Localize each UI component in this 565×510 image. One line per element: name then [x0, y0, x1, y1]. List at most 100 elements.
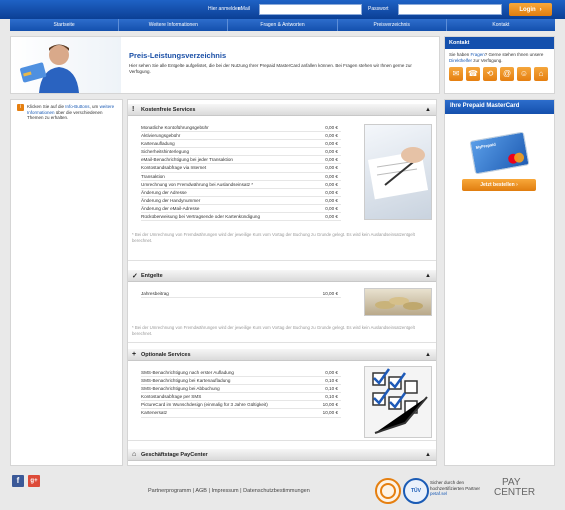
section-entgelte: ✓ Entgelte ▲ Jahresbeitrag 10,00 € * Bei … — [128, 270, 436, 343]
login-prompt: Hier anmelden: — [208, 6, 242, 12]
table-row: Kontostandsabfrage per SMS 0,10 € — [141, 393, 341, 402]
contact-text-c: zur Verfügung. — [472, 58, 503, 63]
tip-text-a: Klicken Sie auf die — [27, 104, 66, 109]
writing-hand-image — [364, 124, 432, 220]
login-button-label: Login — [519, 6, 536, 13]
section-header-optional[interactable]: + Optionale Services ▲ — [128, 349, 436, 361]
direkthelfer-link[interactable]: Direkthelfer — [449, 58, 472, 63]
fee-value: 0,10 € — [325, 386, 338, 392]
fee-value: 10,00 € — [322, 410, 338, 416]
table-row: Rücküberweisung bei Vertragsende oder Ka… — [141, 213, 341, 222]
card-brand-text: MyPrepaid — [475, 141, 497, 151]
nav-item-fragen-antworten[interactable]: Fragen & Antworten — [228, 19, 338, 31]
info-buttons-link[interactable]: Info-Buttons — [65, 104, 89, 109]
collapse-arrow-icon[interactable]: ▲ — [425, 352, 431, 358]
coins-image — [364, 288, 432, 316]
main-nav: Startseite Weitere Informationen Fragen … — [10, 19, 555, 31]
fee-name: SMS-Benachrichtigung bei Abbuchung — [141, 386, 220, 392]
table-row: Änderung der eMail-Adresse 0,00 € — [141, 205, 341, 214]
section-header-geschaeftstage[interactable]: ⌂ Geschäftstage PayCenter ▲ — [128, 449, 436, 461]
nav-item-kontakt[interactable]: Kontakt — [447, 19, 555, 31]
nav-item-weitere-informationen[interactable]: Weitere Informationen — [119, 19, 229, 31]
fee-value: 0,00 € — [325, 205, 338, 211]
section-title-optional: Optionale Services — [141, 351, 191, 358]
footer-separator: | — [192, 488, 195, 494]
footer-link-agb[interactable]: AGB — [195, 488, 207, 494]
fee-table-optional: SMS-Benachrichtigung nach erster Aufladu… — [141, 369, 341, 418]
section-title-geschaeftstage: Geschäftstage PayCenter — [141, 451, 208, 458]
fee-value: 0,00 € — [325, 370, 338, 375]
hero-description: Hier sehen Sie alle Entgelte aufgelistet… — [129, 63, 412, 74]
phone-icon[interactable]: ☎ — [466, 67, 480, 81]
fee-name: Kontostandsabfrage via Internet — [141, 165, 207, 171]
fee-value: 0,00 € — [325, 141, 338, 147]
table-row: SMS-Benachrichtigung nach erster Aufladu… — [141, 369, 341, 378]
exclamation-icon: ! — [132, 106, 135, 113]
footer-link-datenschutz[interactable]: Datenschutzbestimmungen — [243, 488, 310, 494]
tip-text-b: , um — [89, 104, 100, 109]
chat-icon[interactable]: ☺ — [517, 67, 531, 81]
table-row: Umrechnung von Fremdwährung bei Auslands… — [141, 181, 341, 189]
nav-item-startseite[interactable]: Startseite — [10, 19, 120, 31]
home-icon: ⌂ — [132, 451, 137, 458]
left-info-column: i Klicken Sie auf die Info-Buttons, um w… — [10, 99, 123, 466]
footnote-kostenfrei: * Bei der Umrechnung von Fremdwährungen … — [132, 232, 415, 243]
fee-name: Kartenersatz — [141, 410, 168, 416]
section-title-entgelte: Entgelte — [141, 272, 163, 279]
footer-link-impressum[interactable]: Impressum — [211, 488, 238, 494]
fee-name: Jahresbeitrag — [141, 291, 169, 296]
table-row: SMS-Benachrichtigung bei Kartenaufladung… — [141, 377, 341, 386]
table-row: Kartenaufladung 0,00 € — [141, 140, 341, 149]
hero-banner: Preis-Leistungsverzeichnis Hier sehen Si… — [10, 36, 440, 94]
price-list-main: ! Kostenfreie Services ▲ Monatliche Kont… — [127, 99, 437, 466]
section-header-kostenfrei[interactable]: ! Kostenfreie Services ▲ — [128, 104, 436, 116]
hero-person-image — [11, 37, 121, 93]
section-geschaeftstage: ⌂ Geschäftstage PayCenter ▲ — [128, 449, 436, 463]
info-tip: i Klicken Sie auf die Info-Buttons, um w… — [17, 104, 117, 121]
fragen-link[interactable]: Fragen — [471, 52, 485, 57]
nav-item-preisverzeichnis[interactable]: Preisverzeichnis — [338, 19, 447, 31]
order-now-button[interactable]: Jetzt bestellen › — [462, 179, 536, 191]
fee-value: 0,00 € — [325, 181, 338, 187]
collapse-arrow-icon[interactable]: ▲ — [425, 273, 431, 279]
seal-link[interactable]: petaf.sel — [430, 491, 447, 496]
fee-value: 0,00 € — [325, 214, 338, 220]
contact-text-b: ? Gerne stehen Ihnen unsere — [484, 52, 544, 57]
fee-name: Kontostandsabfrage per SMS — [141, 394, 202, 400]
login-button[interactable]: Login › — [509, 3, 552, 16]
contact-icons: ✉ ☎ ⟲ @ ☺ ⌂ — [445, 67, 554, 81]
fee-name: Änderung der Adresse — [141, 189, 187, 195]
password-input[interactable] — [398, 4, 502, 15]
footer-link-partnerprogramm[interactable]: Partnerprogramm — [148, 488, 191, 494]
info-icon: i — [17, 104, 24, 111]
fee-name: Rücküberweisung bei Vertragsende oder Ka… — [141, 214, 261, 220]
page-title: Preis-Leistungsverzeichnis — [129, 51, 227, 60]
footnote-entgelte: * Bei der Umrechnung von Fremdwährungen … — [132, 325, 415, 336]
table-row: SMS-Benachrichtigung bei Abbuchung 0,10 € — [141, 385, 341, 394]
section-title-kostenfrei: Kostenfreie Services — [141, 106, 196, 113]
google-plus-icon[interactable]: g+ — [28, 475, 40, 487]
prepaid-card-image: MyPrepaid — [469, 131, 530, 175]
tuev-text: TÜV — [411, 488, 421, 494]
collapse-arrow-icon[interactable]: ▲ — [425, 107, 431, 113]
contact-text-a: Sie haben — [449, 52, 471, 57]
table-row: Aktivierungsgebühr 0,00 € — [141, 132, 341, 141]
home-icon[interactable]: ⌂ — [534, 67, 548, 81]
callback-icon[interactable]: ⟲ — [483, 67, 497, 81]
table-row: Kartenersatz 10,00 € — [141, 409, 341, 418]
collapse-arrow-icon[interactable]: ▲ — [425, 452, 431, 458]
mail-icon[interactable]: ✉ — [449, 67, 463, 81]
table-row: eMail-Benachrichtigung bei jeder Transak… — [141, 156, 341, 165]
fee-value: 10,00 € — [322, 402, 338, 408]
contact-text: Sie haben Fragen? Gerne stehen Ihnen uns… — [445, 49, 554, 67]
email-input[interactable] — [259, 4, 362, 15]
fee-name: Monatliche Kontoführungsgebühr — [141, 125, 209, 130]
fee-value: 0,10 € — [325, 394, 338, 400]
fee-value: 10,00 € — [322, 291, 338, 296]
at-icon[interactable]: @ — [500, 67, 514, 81]
checkmark-icon: ✓ — [132, 272, 138, 280]
section-header-entgelte[interactable]: ✓ Entgelte ▲ — [128, 270, 436, 282]
order-now-label: Jetzt bestellen — [480, 182, 515, 188]
facebook-icon[interactable]: f — [12, 475, 24, 487]
fee-name: Sicherheitshinterlegung — [141, 149, 190, 155]
